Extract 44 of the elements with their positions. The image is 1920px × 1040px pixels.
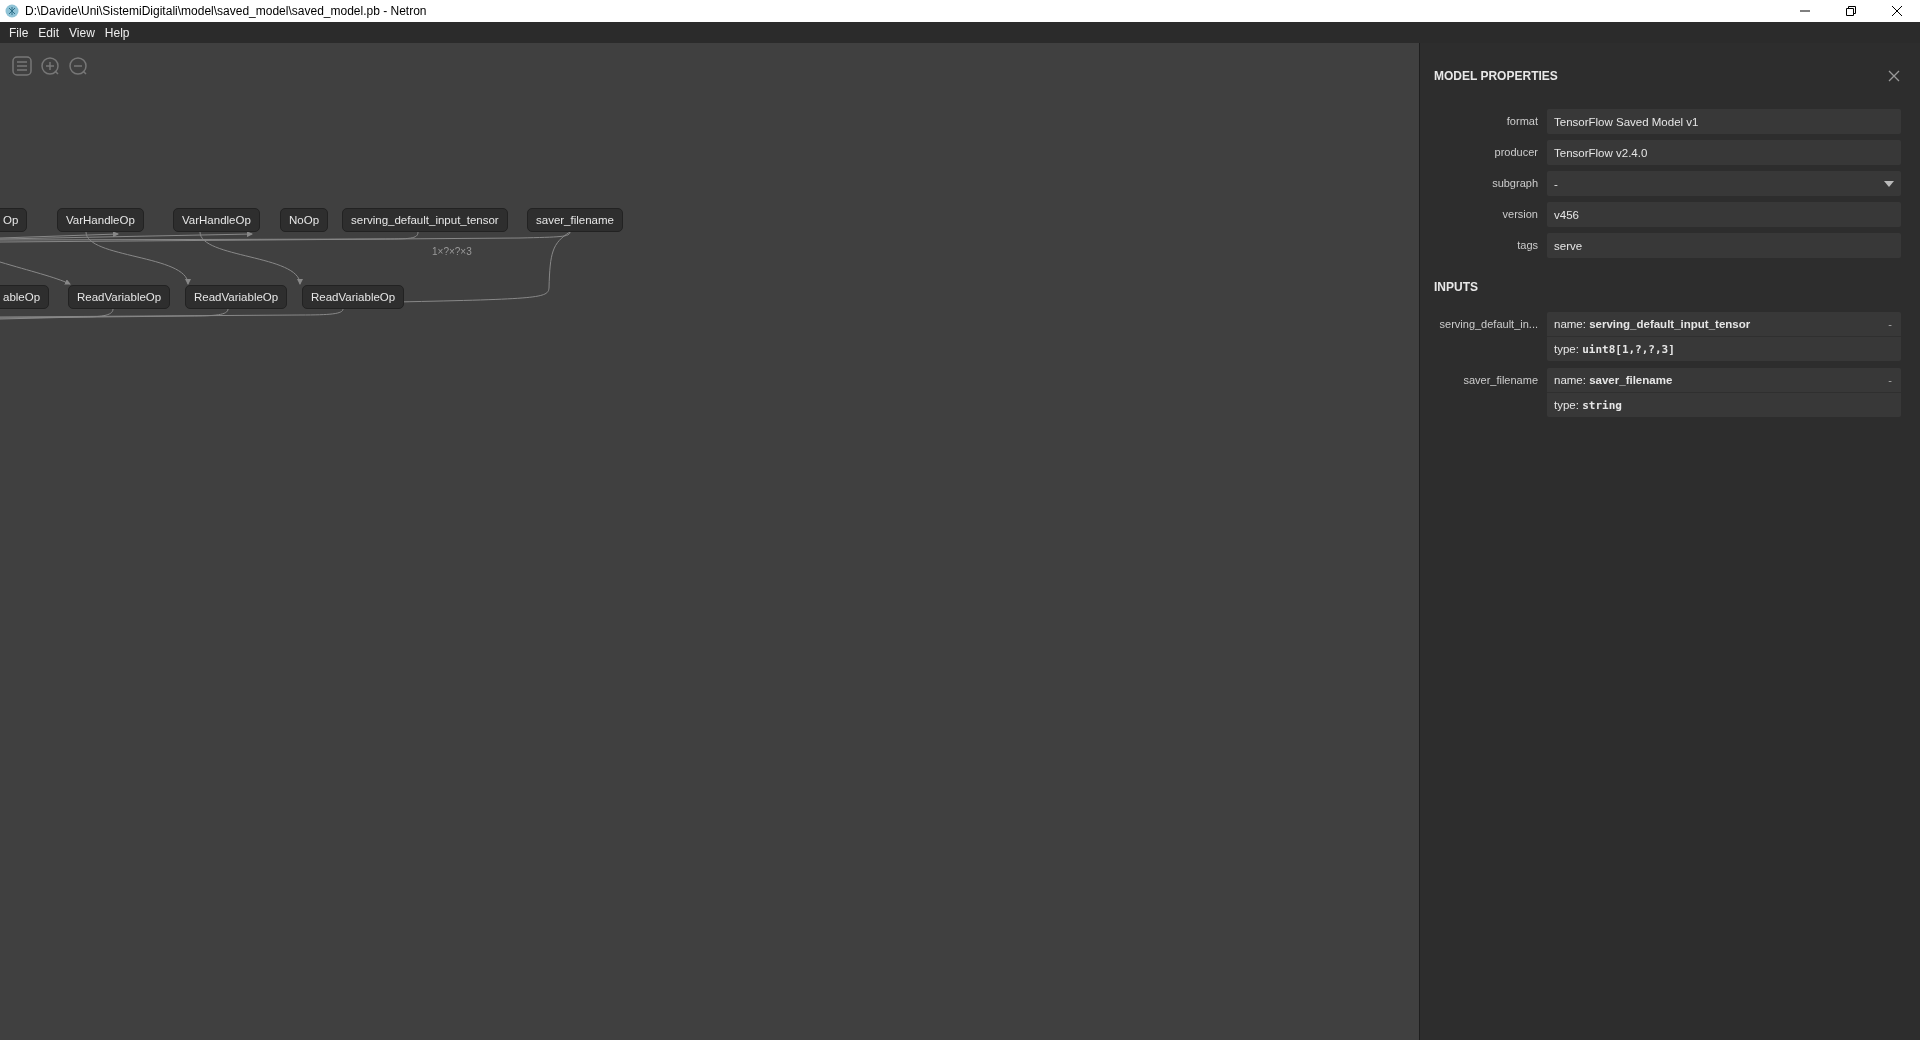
- graph-node[interactable]: VarHandleOp: [173, 208, 260, 232]
- panel-title: MODEL PROPERTIES: [1434, 69, 1558, 83]
- property-label: producer: [1494, 146, 1538, 158]
- property-label: format: [1506, 115, 1538, 127]
- input-type: type: uint8[1,?,?,3]: [1554, 342, 1675, 356]
- property-label: subgraph: [1492, 177, 1538, 189]
- graph-node[interactable]: ReadVariableOp: [185, 285, 288, 309]
- graph-node[interactable]: VarHandleOp: [57, 208, 144, 232]
- menu-item[interactable]: File: [4, 23, 34, 42]
- graph-node[interactable]: ReadVariableOp: [68, 285, 171, 309]
- input-label: serving_default_in...: [1439, 318, 1538, 330]
- property-value: TensorFlow Saved Model v1: [1547, 109, 1901, 134]
- property-value: v456: [1547, 202, 1901, 227]
- property-value: TensorFlow v2.4.0: [1547, 140, 1901, 165]
- caret-icon: [1884, 180, 1894, 187]
- expand-toggle[interactable]: -: [1886, 318, 1894, 330]
- property-value: serve: [1547, 233, 1901, 258]
- graph-node[interactable]: serving_default_input_tensor: [342, 208, 508, 232]
- graph-node[interactable]: ableOp: [0, 285, 50, 309]
- graph-node[interactable]: Op: [0, 208, 28, 232]
- expand-toggle[interactable]: -: [1886, 374, 1894, 386]
- property-label: version: [1502, 208, 1538, 220]
- input-name: name: serving_default_input_tensor: [1554, 318, 1752, 330]
- menu-item[interactable]: Help: [99, 23, 135, 42]
- menu-item[interactable]: View: [64, 23, 100, 42]
- close-icon[interactable]: [1892, 6, 1902, 16]
- edge-line: [0, 261, 71, 285]
- input-label: saver_filename: [1463, 374, 1538, 386]
- input-name: name: saver_filename: [1554, 374, 1674, 386]
- property-label: tags: [1517, 239, 1538, 251]
- menu-item[interactable]: Edit: [33, 23, 65, 42]
- edge-label: 1×?×?×3: [432, 246, 472, 257]
- graph-node[interactable]: ReadVariableOp: [302, 285, 405, 309]
- app-icon: [5, 4, 19, 18]
- section-heading: INPUTS: [1434, 280, 1479, 294]
- input-type: type: string: [1554, 398, 1622, 412]
- graph-node[interactable]: saver_filename: [527, 208, 623, 232]
- graph-node[interactable]: NoOp: [280, 208, 329, 232]
- zoom-in-icon[interactable]: [39, 55, 61, 77]
- restore-icon[interactable]: [1846, 6, 1856, 16]
- zoom-out-icon[interactable]: [67, 55, 89, 77]
- subgraph-dropdown[interactable]: -: [1547, 171, 1901, 196]
- window-title: D:\Davide\Uni\SistemiDigitali\model\saved_model\saved_model.pb - Netron: [25, 4, 428, 18]
- sidebar-icon[interactable]: [11, 55, 33, 77]
